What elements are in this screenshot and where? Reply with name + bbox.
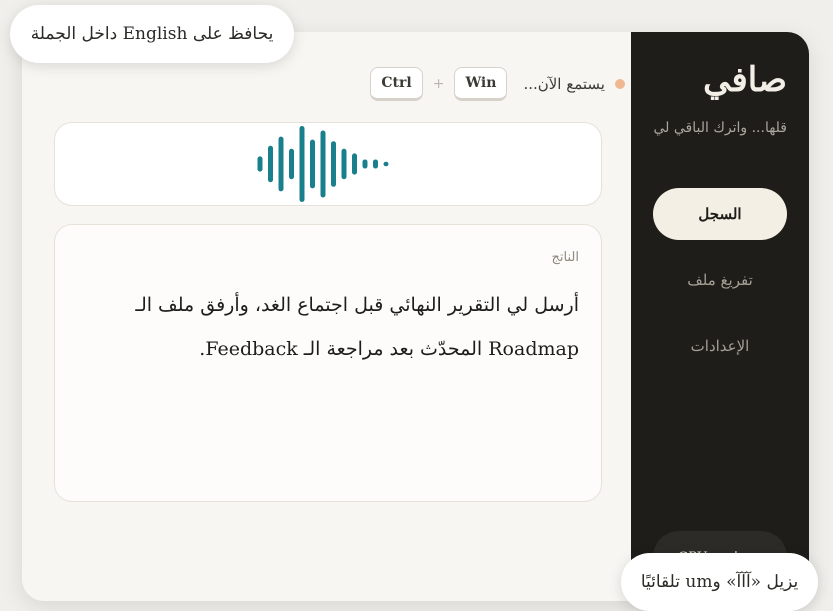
waveform-bar bbox=[373, 159, 378, 169]
app-window: يستمع الآن... Win + Ctrl الناتج أرسل لي … bbox=[22, 32, 809, 601]
waveform-bar bbox=[278, 136, 284, 192]
nav-item-transcribe-file[interactable]: تفريغ ملف bbox=[653, 254, 787, 306]
waveform-bar bbox=[331, 141, 336, 187]
recording-indicator bbox=[615, 79, 625, 89]
toast-text: يحافظ على English داخل الجملة bbox=[30, 24, 274, 44]
waveform-bar bbox=[341, 148, 347, 180]
waveform-bar bbox=[320, 130, 326, 198]
toast-text: يزيل «آآآ» وum تلقائيًا bbox=[640, 572, 799, 592]
waveform-bar bbox=[299, 126, 305, 202]
waveform-bar bbox=[289, 148, 294, 180]
nav-item-settings[interactable]: الإعدادات bbox=[653, 320, 787, 372]
app-title: صافي bbox=[703, 60, 787, 100]
feature-toast-english: يحافظ على English داخل الجملة bbox=[10, 5, 294, 63]
nav-item-history[interactable]: السجل bbox=[653, 188, 787, 240]
waveform-bar bbox=[257, 156, 263, 172]
feature-toast-filler: يزيل «آآآ» وum تلقائيًا bbox=[621, 553, 818, 611]
waveform-visualizer bbox=[257, 126, 389, 202]
result-label: الناتج bbox=[551, 250, 579, 265]
key-ctrl: Ctrl bbox=[370, 67, 423, 101]
waveform-bar bbox=[352, 153, 357, 175]
waveform-bar bbox=[310, 139, 315, 189]
key-separator: + bbox=[432, 76, 445, 92]
result-card[interactable]: الناتج أرسل لي التقرير النهائي قبل اجتما… bbox=[54, 224, 602, 502]
main-panel: يستمع الآن... Win + Ctrl الناتج أرسل لي … bbox=[22, 32, 631, 601]
listening-status: يستمع الآن... Win + Ctrl bbox=[341, 66, 631, 102]
waveform-bar bbox=[362, 159, 368, 169]
app-tagline: قلها... واترك الباقي لي bbox=[653, 120, 788, 136]
transcription-text[interactable]: أرسل لي التقرير النهائي قبل اجتماع الغد،… bbox=[79, 283, 579, 371]
waveform-card bbox=[54, 122, 602, 206]
waveform-bar bbox=[268, 145, 273, 183]
sidebar: صافي قلها... واترك الباقي لي السجل تفريغ… bbox=[631, 32, 809, 601]
key-win: Win bbox=[454, 67, 508, 101]
waveform-bar bbox=[383, 161, 389, 167]
status-text: يستمع الآن... bbox=[523, 75, 605, 93]
